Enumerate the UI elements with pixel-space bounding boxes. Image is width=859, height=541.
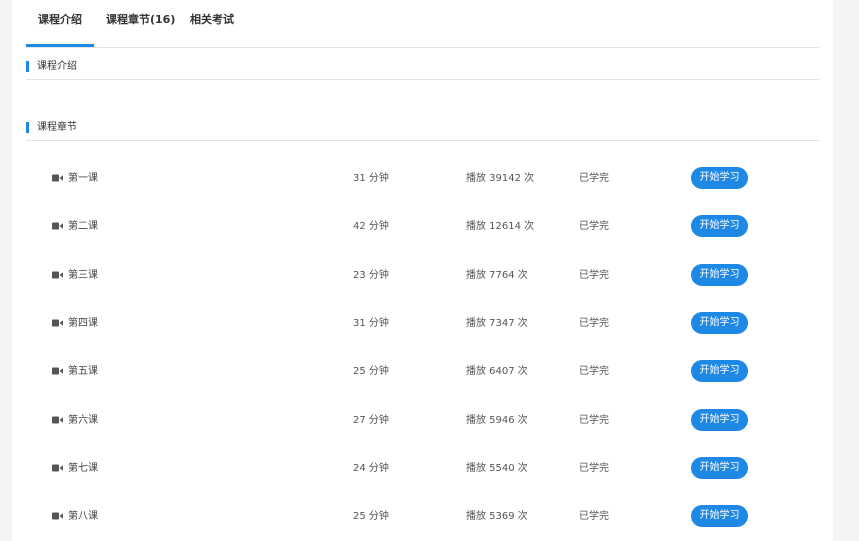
start-learning-button[interactable]: 开始学习: [691, 409, 748, 431]
video-camera-icon: [52, 222, 63, 230]
active-tab-indicator: [26, 44, 94, 47]
lesson-duration: 27 分钟: [353, 415, 389, 426]
section-header-intro: 课程介绍: [26, 59, 820, 80]
lesson-status: 已学完: [579, 173, 609, 184]
lesson-name[interactable]: 第一课: [68, 171, 98, 186]
lesson-name[interactable]: 第八课: [68, 509, 98, 524]
lesson-duration: 25 分钟: [353, 366, 389, 377]
video-camera-icon: [52, 416, 63, 424]
lesson-name[interactable]: 第六课: [68, 413, 98, 428]
lesson-duration: 31 分钟: [353, 173, 389, 184]
lesson-name[interactable]: 第二课: [68, 219, 98, 234]
lesson-duration: 42 分钟: [353, 221, 389, 232]
lesson-row: 第三课 23 分钟 播放 7764 次 已学完 开始学习: [26, 262, 820, 290]
lesson-name[interactable]: 第四课: [68, 316, 98, 331]
section-title-chapters: 课程章节: [37, 122, 77, 133]
section-header-chapters: 课程章节: [26, 120, 820, 141]
lesson-status: 已学完: [579, 415, 609, 426]
video-camera-icon: [52, 271, 63, 279]
section-marker: [26, 122, 29, 133]
start-learning-button[interactable]: 开始学习: [691, 312, 748, 334]
lesson-row: 第二课 42 分钟 播放 12614 次 已学完 开始学习: [26, 213, 820, 241]
tab-bar: 课程介绍 课程章节(16) 相关考试: [26, 0, 820, 48]
lesson-row: 第一课 31 分钟 播放 39142 次 已学完 开始学习: [26, 165, 820, 193]
lesson-duration: 31 分钟: [353, 318, 389, 329]
start-learning-button[interactable]: 开始学习: [691, 215, 748, 237]
lesson-name[interactable]: 第五课: [68, 364, 98, 379]
lesson-play-count: 播放 6407 次: [466, 366, 528, 377]
section-title-intro: 课程介绍: [37, 61, 77, 72]
video-camera-icon: [52, 512, 63, 520]
start-learning-button[interactable]: 开始学习: [691, 360, 748, 382]
start-learning-button[interactable]: 开始学习: [691, 167, 748, 189]
lesson-play-count: 播放 7764 次: [466, 270, 528, 281]
start-learning-button[interactable]: 开始学习: [691, 505, 748, 527]
course-panel: 课程介绍 课程章节(16) 相关考试 课程介绍 课程章节 第一课 31 分钟 播放 …: [12, 0, 833, 541]
lesson-play-count: 播放 5369 次: [466, 511, 528, 522]
lesson-status: 已学完: [579, 366, 609, 377]
lesson-status: 已学完: [579, 463, 609, 474]
lesson-row: 第七课 24 分钟 播放 5540 次 已学完 开始学习: [26, 455, 820, 483]
lesson-row: 第五课 25 分钟 播放 6407 次 已学完 开始学习: [26, 358, 820, 386]
lesson-status: 已学完: [579, 511, 609, 522]
tab-course-intro[interactable]: 课程介绍: [26, 0, 94, 46]
lesson-play-count: 播放 12614 次: [466, 221, 535, 232]
lesson-play-count: 播放 5540 次: [466, 463, 528, 474]
lesson-status: 已学完: [579, 318, 609, 329]
start-learning-button[interactable]: 开始学习: [691, 264, 748, 286]
lesson-name[interactable]: 第七课: [68, 461, 98, 476]
lesson-duration: 24 分钟: [353, 463, 389, 474]
tab-related-exams[interactable]: 相关考试: [184, 0, 240, 46]
lesson-row: 第八课 25 分钟 播放 5369 次 已学完 开始学习: [26, 503, 820, 531]
lesson-duration: 23 分钟: [353, 270, 389, 281]
video-camera-icon: [52, 367, 63, 375]
lesson-name[interactable]: 第三课: [68, 268, 98, 283]
lesson-play-count: 播放 7347 次: [466, 318, 528, 329]
lesson-play-count: 播放 5946 次: [466, 415, 528, 426]
lesson-status: 已学完: [579, 221, 609, 232]
video-camera-icon: [52, 174, 63, 182]
tab-course-chapters[interactable]: 课程章节(16): [106, 0, 175, 46]
video-camera-icon: [52, 319, 63, 327]
lesson-row: 第四课 31 分钟 播放 7347 次 已学完 开始学习: [26, 310, 820, 338]
section-marker: [26, 61, 29, 72]
lesson-row: 第六课 27 分钟 播放 5946 次 已学完 开始学习: [26, 407, 820, 435]
video-camera-icon: [52, 464, 63, 472]
lesson-duration: 25 分钟: [353, 511, 389, 522]
lesson-status: 已学完: [579, 270, 609, 281]
start-learning-button[interactable]: 开始学习: [691, 457, 748, 479]
lesson-play-count: 播放 39142 次: [466, 173, 535, 184]
